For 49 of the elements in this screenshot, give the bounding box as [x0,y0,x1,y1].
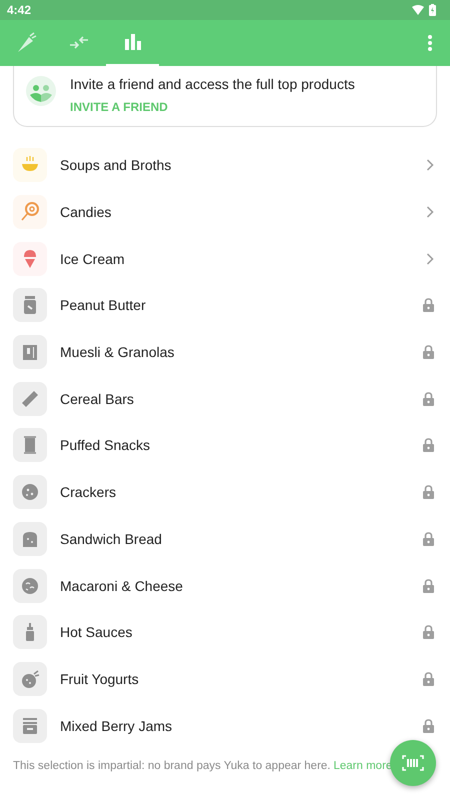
lock-icon [423,438,434,452]
category-item[interactable]: Crackers [0,468,450,516]
category-item[interactable]: Mixed Berry Jams [0,702,450,749]
category-item[interactable]: Soups and Broths [0,142,450,189]
invite-text: Invite a friend and access the full top products [70,76,355,92]
lock-icon [423,578,434,593]
more-icon [428,35,432,51]
category-item[interactable]: Candies [0,188,450,236]
category-name: Soups and Broths [60,157,172,174]
category-name: Macaroni & Cheese [60,578,184,594]
lock-icon [423,345,434,360]
category-name: Candies [60,204,112,220]
lock-icon [423,392,434,406]
friends-icon [26,76,56,106]
category-name: Cereal Bars [60,390,135,407]
category-name: Mixed Berry Jams [60,718,174,734]
category-item[interactable]: Puffed Snacks [0,422,450,469]
category-name: Hot Sauces [60,624,134,640]
category-name: Crackers [60,484,118,500]
disclaimer-text: This selection is impartial: no brand pays Yuka to appear here. [13,760,330,772]
lock-icon [423,718,434,733]
category-item[interactable]: Hot Sauces [0,608,450,656]
category-item[interactable]: Fruit Yogurts [0,656,450,702]
lock-icon [423,298,434,312]
category-name: Sandwich Bread [60,530,163,547]
category-item[interactable]: Muesli & Granolas [0,328,450,376]
category-name: Peanut Butter [60,297,147,314]
wifi-icon [412,5,424,15]
chevron-icon [426,252,434,265]
scan-button[interactable] [390,740,436,786]
category-name: Puffed Snacks [60,437,152,454]
lock-icon [423,532,434,546]
lock-icon [423,672,434,686]
barcode-scan-icon [402,755,424,771]
category-name: Muesli & Granolas [60,344,176,360]
category-item[interactable]: Ice Cream [0,235,450,282]
chevron-icon [426,206,434,218]
category-item[interactable]: Sandwich Bread [0,516,450,562]
lock-icon [423,625,434,640]
status-time: 4:42 [7,3,32,17]
category-item[interactable]: Peanut Butter [0,282,450,329]
category-name: Fruit Yogurts [60,670,140,687]
chevron-icon [426,159,434,172]
category-item[interactable]: Cereal Bars [0,375,450,422]
battery-icon [429,4,436,16]
strawberry-icon [19,668,41,690]
lock-icon [423,485,434,500]
category-item[interactable]: Macaroni & Cheese [0,562,450,609]
category-name: Ice Cream [60,250,126,267]
